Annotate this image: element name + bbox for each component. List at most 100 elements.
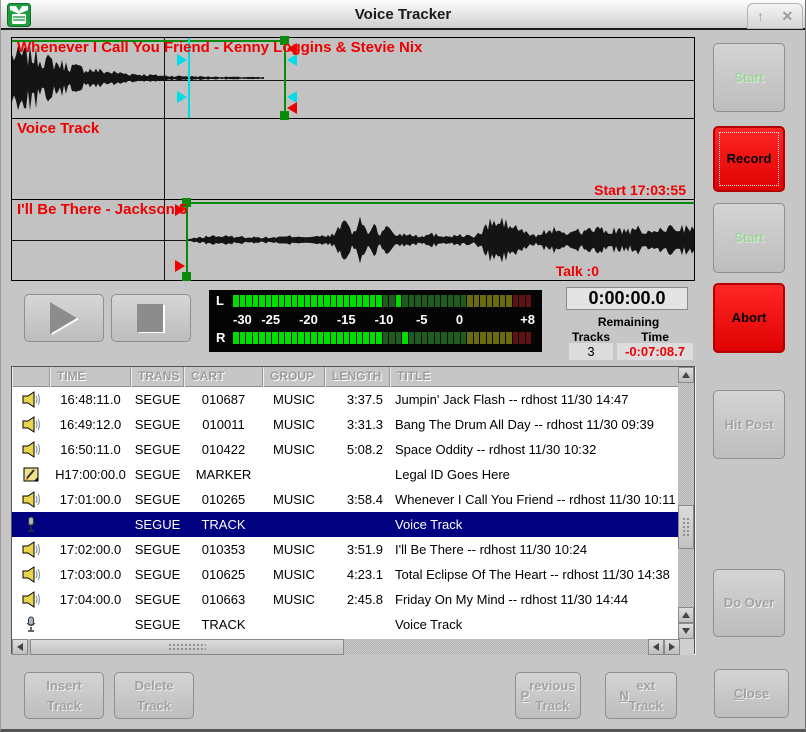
meter-segment [493, 332, 499, 344]
meter-scale-label: -20 [299, 312, 318, 328]
cell-length: 3:58.4 [325, 487, 390, 512]
playback-position-line [164, 38, 165, 280]
hit-post-button[interactable]: Hit Post [713, 390, 785, 459]
meter-segment [519, 332, 525, 344]
meter-segment [383, 332, 389, 344]
log-row-2[interactable]: 16:50:11.0SEGUE010422MUSIC5:08.2Space Od… [12, 437, 680, 462]
cell-title: Jumpin' Jack Flash -- rdhost 11/30 14:47 [390, 387, 680, 412]
do-over-button[interactable]: Do Over [713, 569, 785, 637]
vertical-scrollbar[interactable] [678, 367, 694, 655]
cell-title: Space Oddity -- rdhost 11/30 10:32 [390, 437, 680, 462]
play-button[interactable] [24, 294, 104, 342]
meter-segment [383, 295, 389, 307]
speaker-icon [12, 562, 50, 587]
close-window-icon[interactable]: ✕ [781, 9, 793, 23]
cell-trans: SEGUE [131, 487, 184, 512]
meter-segment [259, 295, 265, 307]
cell-group [263, 462, 325, 487]
meter-scale-label: -30 [233, 312, 252, 328]
meter-left-label: L [216, 295, 224, 307]
cell-cart: TRACK [184, 612, 263, 637]
log-row-6[interactable]: 17:02:00.0SEGUE010353MUSIC3:51.9I'll Be … [12, 537, 680, 562]
log-row-7[interactable]: 17:03:00.0SEGUE010625MUSIC4:23.1Total Ec… [12, 562, 680, 587]
meter-segment [415, 295, 421, 307]
titlebar: Voice Tracker ↑ ✕ [1, 0, 805, 30]
meter-left-segments [233, 295, 535, 307]
meter-segment [370, 295, 376, 307]
meter-segment [396, 295, 402, 307]
log-row-0[interactable]: 16:48:11.0SEGUE010687MUSIC3:37.5Jumpin' … [12, 387, 680, 412]
meter-scale-label: -5 [416, 312, 428, 328]
stop-icon [125, 299, 177, 337]
log-header-icon-col [12, 367, 50, 387]
meter-segment [337, 295, 343, 307]
track3-start-handle-icon[interactable] [175, 260, 185, 272]
cell-group [263, 612, 325, 637]
scroll-up-button-2[interactable] [678, 607, 694, 623]
track1-end-handle-icon[interactable] [287, 102, 297, 114]
close-button[interactable]: Close [714, 669, 789, 718]
cell-group: MUSIC [263, 437, 325, 462]
meter-segment [292, 295, 298, 307]
cell-time: 16:50:11.0 [50, 437, 131, 462]
meter-segment [298, 332, 304, 344]
meter-segment [474, 332, 480, 344]
meter-segment [324, 295, 330, 307]
cell-length [325, 612, 390, 637]
log-row-3[interactable]: H17:00:00.0SEGUEMARKERLegal ID Goes Here [12, 462, 680, 487]
log-row-5[interactable]: SEGUETRACKVoice Track [12, 512, 680, 537]
log-row-8[interactable]: 17:04:00.0SEGUE010663MUSIC2:45.8Friday O… [12, 587, 680, 612]
log-row-9[interactable]: SEGUETRACKVoice Track [12, 612, 680, 637]
track1-fade-handle-icon[interactable] [177, 91, 187, 103]
speaker-icon [12, 537, 50, 562]
waveform-editor[interactable]: Whenever I Call You Friend - Kenny Loggi… [11, 37, 695, 281]
scroll-up-button[interactable] [678, 367, 694, 383]
meter-segment [253, 295, 259, 307]
scroll-left-button-2[interactable] [648, 639, 664, 655]
cell-trans: SEGUE [131, 412, 184, 437]
cell-time [50, 612, 131, 637]
horizontal-scroll-thumb[interactable] [30, 639, 344, 655]
shade-window-icon[interactable]: ↑ [757, 9, 764, 23]
log-header-cart: CART [184, 367, 263, 387]
meter-segment [344, 295, 350, 307]
log-row-4[interactable]: 17:01:00.0SEGUE010265MUSIC3:58.4Whenever… [12, 487, 680, 512]
cell-cart: 010687 [184, 387, 263, 412]
stop-button[interactable] [111, 294, 191, 342]
cell-trans: SEGUE [131, 387, 184, 412]
previous-track-button[interactable]: PreviousTrack [515, 672, 581, 719]
abort-button[interactable]: Abort [713, 283, 785, 353]
record-button[interactable]: Record [713, 126, 785, 192]
track3-start-handle[interactable] [182, 272, 191, 281]
cell-group: MUSIC [263, 387, 325, 412]
log-header-group: GROUP [263, 367, 325, 387]
cell-time: 17:01:00.0 [50, 487, 131, 512]
remaining-time-label: Time [619, 330, 691, 344]
horizontal-scrollbar[interactable] [12, 639, 680, 655]
next-track-button[interactable]: NextTrack [605, 672, 677, 719]
start-track1-button[interactable]: Start [713, 43, 785, 112]
meter-segment [435, 295, 441, 307]
meter-segment [324, 332, 330, 344]
log-row-1[interactable]: 16:49:12.0SEGUE010011MUSIC3:31.3Bang The… [12, 412, 680, 437]
delete-track-button[interactable]: Delete Track [114, 672, 194, 719]
vertical-scroll-thumb[interactable] [678, 505, 694, 549]
insert-track-button[interactable]: Insert Track [24, 672, 104, 719]
log-header-trans: TRANS [131, 367, 184, 387]
scroll-left-button[interactable] [12, 639, 28, 655]
meter-segment [467, 295, 473, 307]
meter-segment [428, 295, 434, 307]
window-controls: ↑ ✕ [747, 3, 803, 29]
track3-talk-time: Talk :0 [556, 263, 599, 279]
cell-length: 3:31.3 [325, 412, 390, 437]
cell-length: 3:51.9 [325, 537, 390, 562]
cell-trans: SEGUE [131, 462, 184, 487]
meter-segment [357, 295, 363, 307]
cell-cart: 010353 [184, 537, 263, 562]
meter-segment [337, 332, 343, 344]
speaker-icon [12, 487, 50, 512]
start-track3-button[interactable]: Start [713, 203, 785, 273]
scroll-right-button[interactable] [664, 639, 680, 655]
scroll-down-button[interactable] [678, 623, 694, 639]
cell-cart: TRACK [184, 512, 263, 537]
